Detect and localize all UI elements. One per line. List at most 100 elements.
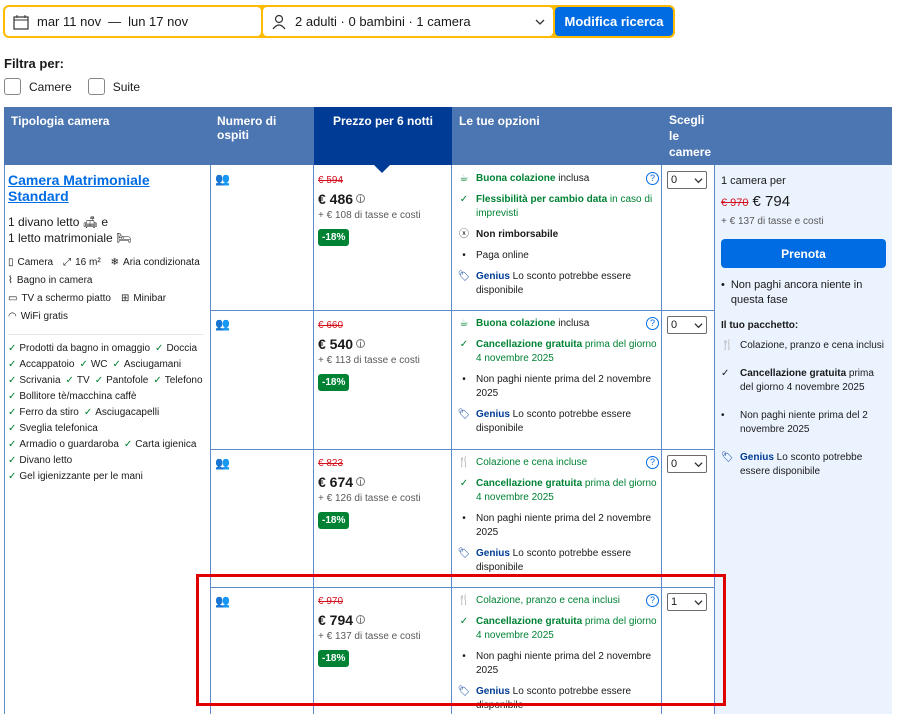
amenity-item: ✓ WC <box>79 359 108 370</box>
bed-info: 1 divano letto 🛋 e 1 letto matrimoniale … <box>8 214 204 246</box>
checkbox[interactable] <box>87 78 105 95</box>
price-cell: € 594 € 486 i + € 108 di tasse e costi -1… <box>318 175 448 246</box>
summary-note: • Non paghi ancora niente in questa fase <box>721 279 863 306</box>
tag-icon: 🏷 <box>721 452 734 463</box>
person-icon <box>272 14 286 29</box>
taxes: + € 126 di tasse e costi <box>318 493 421 504</box>
package-title: Il tuo pacchetto: <box>721 320 799 331</box>
amenity-row: ✓ Prodotti da bagno in omaggio ✓ Doccia <box>8 341 204 357</box>
bullet: • <box>721 410 725 421</box>
check-icon: ✓ <box>65 375 74 386</box>
table-header: Tipologia camera Numero di ospiti Prezzo… <box>4 107 892 173</box>
guests-selector[interactable]: 2 adulti · 0 bambini · 1 camera <box>263 7 553 36</box>
amenity-row: ✓ Bollitore tè/macchina caffè <box>8 389 204 405</box>
double-bed-icon: 🛏 <box>116 231 132 245</box>
help-icon[interactable]: ? <box>646 456 659 469</box>
coffee-icon: ☕ <box>459 318 469 329</box>
amenity-item: ✓ TV <box>65 375 90 386</box>
amenity-item: ✓ Ferro da stiro <box>8 407 79 418</box>
snowflake-icon: ❄ <box>110 257 120 268</box>
check-icon: ✓ <box>79 359 88 370</box>
feature-minibar: ⊞ Minibar <box>120 293 167 304</box>
header-options: Le tue opzioni <box>459 114 540 128</box>
check-icon: ✓ <box>155 343 164 354</box>
amenity-item: ✓ Bollitore tè/macchina caffè <box>8 391 137 402</box>
tv-icon: ▭ <box>8 293 18 304</box>
tag-icon: 🏷 <box>457 271 471 282</box>
check-icon: ✓ <box>112 359 121 370</box>
bed-conj: e <box>101 215 108 229</box>
filter-label: Suite <box>112 79 141 94</box>
check-icon: ✓ <box>8 439 17 450</box>
amenity-row: ✓ Sveglia telefonica <box>8 421 204 437</box>
chevron-down-icon <box>694 462 703 468</box>
current-price: € 486 i <box>318 191 448 207</box>
book-button[interactable]: Prenota <box>721 239 886 268</box>
discount-badge: -18% <box>318 374 350 391</box>
fork-knife-icon: 🍴 <box>457 457 471 468</box>
room-quantity-select[interactable]: 0 <box>667 171 707 189</box>
amenity-item: ✓ Asciugacapelli <box>83 407 160 418</box>
check-icon: ✓ <box>459 194 469 205</box>
amenity-row: ✓ Ferro da stiro ✓ Asciugacapelli <box>8 405 204 421</box>
feature-size: ⤢ 16 m² <box>63 257 101 268</box>
check-icon: ✓ <box>8 471 17 482</box>
checkin-date: mar 11 nov <box>37 14 102 29</box>
amenities-list: ✓ Prodotti da bagno in omaggio ✓ Doccia ✓ Acc… <box>8 334 204 485</box>
header-choose: Scegli le camere <box>669 113 712 159</box>
info-icon[interactable]: i <box>356 339 366 349</box>
help-icon[interactable]: ? <box>646 172 659 185</box>
search-bar: mar 11 nov — lun 17 nov 2 adulti · 0 bam… <box>3 5 675 38</box>
bed-sofa-label: 1 divano letto <box>8 215 80 229</box>
price-cell: € 660 € 540 i + € 113 di tasse e costi -1… <box>318 320 448 391</box>
wifi-icon: ◠ <box>8 311 17 322</box>
check-icon: ✓ <box>8 375 17 386</box>
summary-taxes: + € 137 di tasse e costi <box>721 216 824 227</box>
options-cell: ? ☕ Buona colazione inclusa ✓ Flessibilità… <box>457 172 659 305</box>
price-cell: € 823 € 674 i + € 126 di tasse e costi -1… <box>318 458 448 529</box>
chevron-down-icon <box>694 323 703 329</box>
amenity-item: ✓ Asciugamani <box>112 359 182 370</box>
bullet: • <box>462 250 466 261</box>
feature-wifi: ◠ WiFi gratis <box>8 311 68 322</box>
info-icon[interactable]: i <box>356 194 366 204</box>
calendar-icon <box>13 14 29 30</box>
shower-icon: ⌇ <box>8 275 13 286</box>
amenity-item: ✓ Pantofole <box>94 375 149 386</box>
filter-suite[interactable]: Suite <box>87 78 141 95</box>
filter-title: Filtra per: <box>4 56 64 71</box>
options-cell: ? 🍴 Colazione e cena incluse ✓ Cancellazio… <box>457 456 659 582</box>
bullet: • <box>462 513 466 524</box>
checkout-date: lun 17 nov <box>128 14 189 29</box>
info-icon[interactable]: i <box>356 477 366 487</box>
bed-double-label: 1 letto matrimoniale <box>8 231 113 245</box>
help-icon[interactable]: ? <box>646 317 659 330</box>
two-persons-icon: 👥 <box>215 317 230 331</box>
header-type: Tipologia camera <box>11 114 110 128</box>
room-name-link[interactable]: Camera Matrimoniale Standard <box>8 172 204 204</box>
modify-search-button[interactable]: Modifica ricerca <box>555 7 673 36</box>
chevron-down-icon <box>535 19 545 25</box>
room-features: ▯ Camera ⤢ 16 m² ❄ Aria condizionata ⌇ Bagno… <box>8 256 204 324</box>
amenity-row: ✓ Armadio o guardaroba ✓ Carta igienica <box>8 437 204 453</box>
amenity-item: ✓ Prodotti da bagno in omaggio <box>8 343 151 354</box>
room-quantity-select[interactable]: 0 <box>667 455 707 473</box>
amenity-item: ✓ Accappatoio <box>8 359 75 370</box>
original-price: € 660 <box>318 320 344 331</box>
taxes: + € 108 di tasse e costi <box>318 210 421 221</box>
coffee-icon: ☕ <box>459 173 469 184</box>
discount-badge: -18% <box>318 229 350 246</box>
filter-options: Camere Suite <box>4 78 140 95</box>
amenity-item: ✓ Sveglia telefonica <box>8 423 98 434</box>
check-icon: ✓ <box>8 343 17 354</box>
amenity-item: ✓ Divano letto <box>8 455 73 466</box>
filter-camere[interactable]: Camere <box>4 78 72 95</box>
checkbox[interactable] <box>4 78 21 95</box>
date-picker[interactable]: mar 11 nov — lun 17 nov <box>5 7 261 36</box>
room-quantity-select[interactable]: 0 <box>667 316 707 334</box>
feature-room: ▯ Camera <box>8 257 54 268</box>
amenity-item: ✓ Gel igienizzante per le mani <box>8 471 143 482</box>
taxes: + € 113 di tasse e costi <box>318 355 420 366</box>
check-icon: ✓ <box>8 407 17 418</box>
feature-ac: ❄ Aria condizionata <box>110 257 200 268</box>
